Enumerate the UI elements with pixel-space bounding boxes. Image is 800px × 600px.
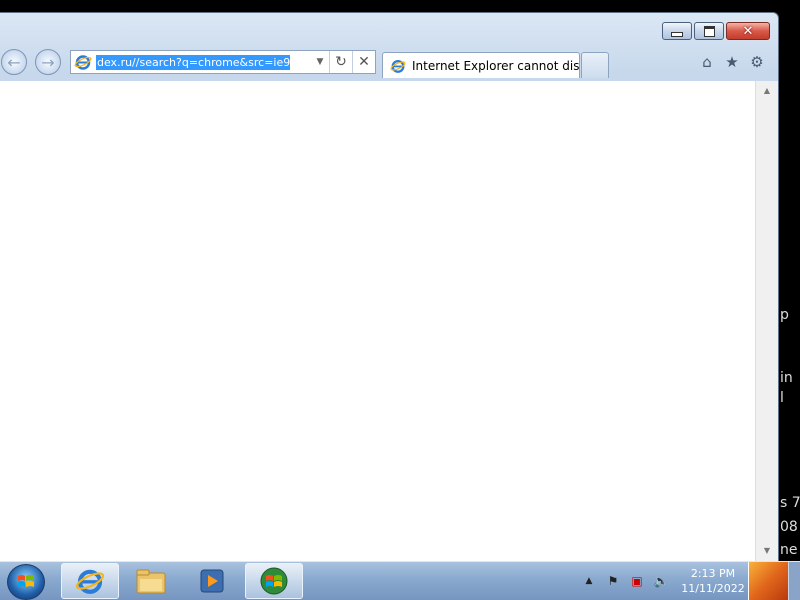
caption-buttons: ✕: [662, 22, 770, 40]
show-desktop-button[interactable]: [788, 562, 800, 600]
minimize-button[interactable]: [662, 22, 692, 40]
taskbar-media-player[interactable]: [183, 563, 241, 599]
tab-active[interactable]: Internet Explorer cannot displ...: [382, 52, 580, 78]
back-button[interactable]: ←: [1, 49, 27, 75]
clock-time: 2:13 PM: [690, 567, 736, 580]
ie-tab-icon: [390, 59, 406, 73]
favorites-star-icon[interactable]: ★: [723, 53, 741, 71]
folder-icon: [136, 569, 166, 594]
page-content[interactable]: [0, 81, 755, 561]
user-picture-thumbnail[interactable]: [748, 562, 789, 600]
ie-page-icon: [74, 55, 92, 70]
forward-button[interactable]: →: [35, 49, 61, 75]
taskbar-clock[interactable]: 2:13 PM 11/11/2022: [676, 566, 750, 596]
background-text-5: 08: [780, 519, 798, 535]
tab-title: Internet Explorer cannot displ...: [412, 58, 579, 73]
scroll-up-icon[interactable]: ▲: [756, 83, 778, 99]
address-dropdown-icon[interactable]: ▼: [311, 51, 329, 73]
command-icons: ⌂ ★ ⚙: [698, 53, 766, 71]
minimize-icon: [671, 31, 683, 37]
close-button[interactable]: ✕: [726, 22, 770, 40]
stop-icon[interactable]: ✕: [352, 51, 375, 73]
background-text-1: p: [780, 307, 789, 323]
action-center-flag-icon[interactable]: ⚑: [604, 572, 622, 590]
show-hidden-icons-icon[interactable]: ▲: [580, 572, 598, 590]
taskbar-internet-explorer[interactable]: [61, 563, 119, 599]
refresh-icon[interactable]: ↻: [329, 51, 352, 73]
new-tab-button[interactable]: [581, 52, 609, 78]
vertical-scrollbar[interactable]: ▲ ▼: [755, 81, 778, 561]
internet-explorer-window: ✕ ← → dex.ru//search?q=chrome&src=ie9tr …: [0, 12, 779, 561]
windows-logo-icon: [18, 575, 34, 587]
network-icon[interactable]: ▣: [628, 572, 646, 590]
clock-date: 11/11/2022: [681, 582, 745, 595]
notification-area: ▲ ⚑ ▣ 🔈: [580, 562, 670, 600]
forward-arrow-icon: →: [41, 52, 55, 72]
internet-explorer-icon: [75, 569, 105, 594]
start-button[interactable]: [7, 564, 45, 600]
volume-muted-icon[interactable]: 🔈: [652, 572, 670, 590]
address-url[interactable]: dex.ru//search?q=chrome&src=ie9tr: [96, 54, 290, 70]
background-text-6: ne: [780, 542, 798, 558]
maximize-icon: [703, 25, 715, 37]
media-player-icon: [200, 569, 224, 593]
settings-gear-icon[interactable]: ⚙: [748, 53, 766, 71]
media-center-icon: [260, 567, 288, 595]
home-icon[interactable]: ⌂: [698, 53, 716, 71]
background-text-3: l: [780, 390, 784, 406]
maximize-button[interactable]: [694, 22, 724, 40]
background-text-2: in: [780, 370, 793, 386]
taskbar-windows-explorer[interactable]: [122, 563, 180, 599]
scroll-down-icon[interactable]: ▼: [756, 543, 778, 559]
background-text-4: s 7: [780, 495, 800, 511]
taskbar: ▲ ⚑ ▣ 🔈 2:13 PM 11/11/2022: [0, 561, 800, 600]
back-arrow-icon: ←: [7, 52, 21, 72]
address-bar[interactable]: dex.ru//search?q=chrome&src=ie9tr ▼ ↻ ✕: [70, 50, 376, 74]
close-icon: ✕: [742, 23, 754, 39]
taskbar-windows-media-center[interactable]: [245, 563, 303, 599]
